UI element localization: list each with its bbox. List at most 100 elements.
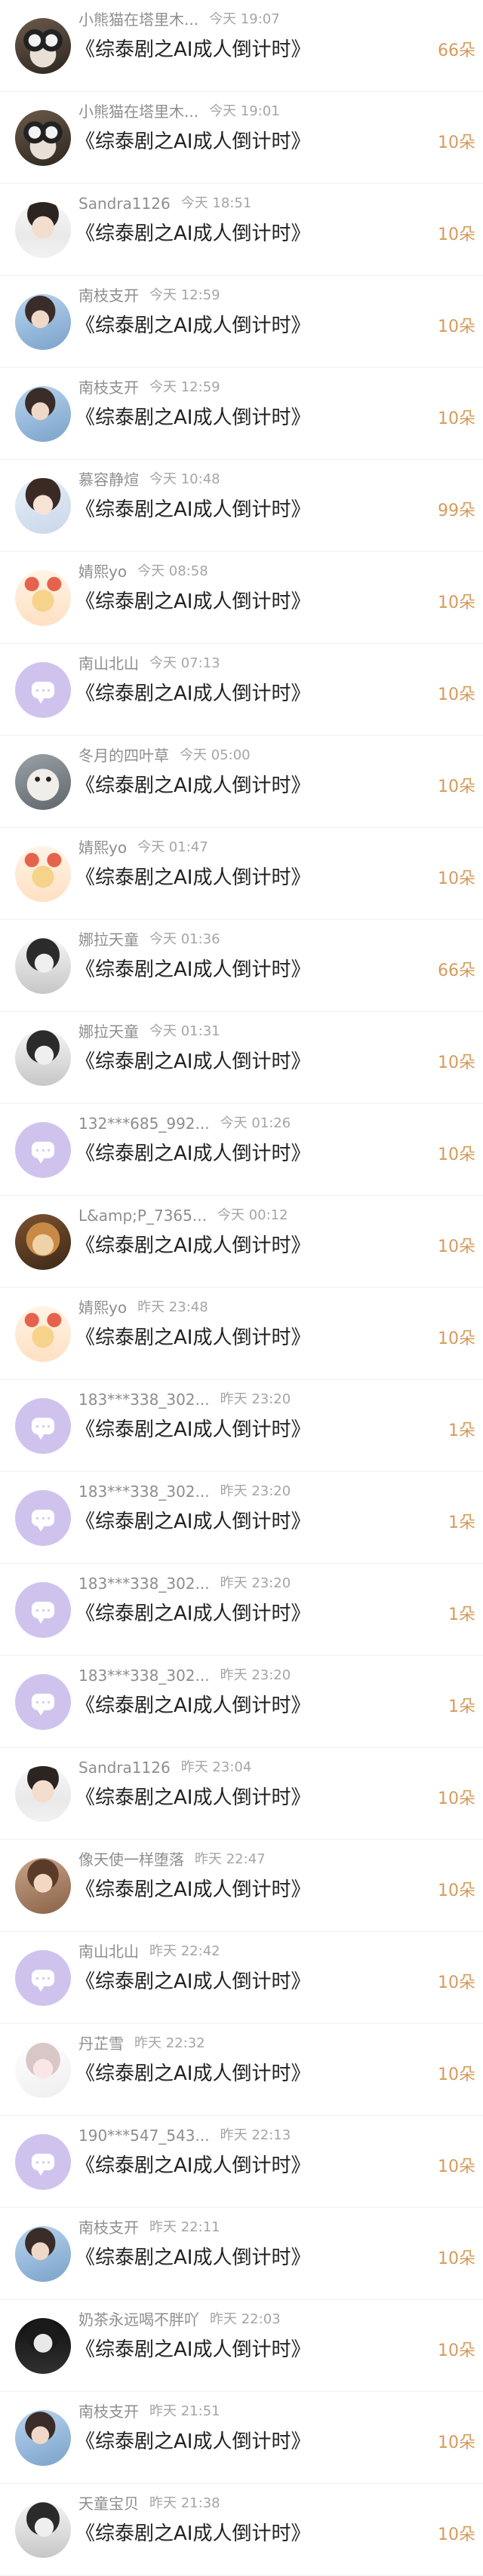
user-name[interactable]: 慕容静煊 [78,466,139,493]
work-title[interactable]: 《综泰剧之AI成人倒计时》 [75,495,310,525]
work-title[interactable]: 《综泰剧之AI成人倒计时》 [75,1507,310,1537]
user-name[interactable]: 小熊猫在塔里木... [78,6,198,33]
list-item[interactable]: 183***338_302... 昨天 23:20 《综泰剧之AI成人倒计时》 1朵 [0,1564,483,1656]
work-title[interactable]: 《综泰剧之AI成人倒计时》 [75,2059,310,2089]
work-title[interactable]: 《综泰剧之AI成人倒计时》 [75,2335,310,2365]
list-item[interactable]: 190***547_543... 昨天 22:13 《综泰剧之AI成人倒计时》 10朵 [0,2116,483,2208]
avatar[interactable] [15,1306,71,1362]
list-item[interactable]: 婧熙yo 今天 01:47 《综泰剧之AI成人倒计时》 10朵 [0,828,483,920]
avatar[interactable] [15,386,71,442]
list-item[interactable]: 天童宝贝 昨天 21:38 《综泰剧之AI成人倒计时》 10朵 [0,2484,483,2576]
work-title[interactable]: 《综泰剧之AI成人倒计时》 [75,2427,310,2457]
work-title[interactable]: 《综泰剧之AI成人倒计时》 [75,863,310,893]
user-name[interactable]: 南山北山 [78,1938,139,1965]
list-item[interactable]: 183***338_302... 昨天 23:20 《综泰剧之AI成人倒计时》 1朵 [0,1472,483,1564]
list-item[interactable]: 南枝支开 今天 12:59 《综泰剧之AI成人倒计时》 10朵 [0,276,483,368]
user-name[interactable]: 娜拉天童 [78,926,139,953]
list-item[interactable]: 183***338_302... 昨天 23:20 《综泰剧之AI成人倒计时》 1朵 [0,1380,483,1472]
work-title[interactable]: 《综泰剧之AI成人倒计时》 [75,1231,310,1261]
avatar[interactable] [15,2410,71,2466]
user-name[interactable]: 南枝支开 [78,2398,139,2425]
user-name[interactable]: L&amp;P_7365... [78,1202,207,1229]
user-name[interactable]: 婧熙yo [78,558,127,585]
work-title[interactable]: 《综泰剧之AI成人倒计时》 [75,1139,310,1169]
work-title[interactable]: 《综泰剧之AI成人倒计时》 [75,1415,310,1445]
work-title[interactable]: 《综泰剧之AI成人倒计时》 [75,219,310,249]
list-item[interactable]: 132***685_992... 今天 01:26 《综泰剧之AI成人倒计时》 10朵 [0,1104,483,1196]
work-title[interactable]: 《综泰剧之AI成人倒计时》 [75,1783,310,1813]
list-item[interactable]: 婧熙yo 今天 08:58 《综泰剧之AI成人倒计时》 10朵 [0,552,483,644]
user-name[interactable]: 婧熙yo [78,1294,127,1321]
user-name[interactable]: 132***685_992... [78,1110,210,1137]
list-item[interactable]: 婧熙yo 昨天 23:48 《综泰剧之AI成人倒计时》 10朵 [0,1288,483,1380]
work-title[interactable]: 《综泰剧之AI成人倒计时》 [75,2243,310,2273]
list-item[interactable]: 183***338_302... 昨天 23:20 《综泰剧之AI成人倒计时》 1朵 [0,1656,483,1748]
list-item[interactable]: L&amp;P_7365... 今天 00:12 《综泰剧之AI成人倒计时》 10朵 [0,1196,483,1288]
user-name[interactable]: 南山北山 [78,650,139,677]
avatar[interactable] [15,1766,71,1822]
avatar[interactable] [15,1214,71,1270]
avatar[interactable] [15,202,71,258]
list-item[interactable]: 慕容静煊 今天 10:48 《综泰剧之AI成人倒计时》 99朵 [0,460,483,552]
avatar[interactable] [15,846,71,902]
work-title[interactable]: 《综泰剧之AI成人倒计时》 [75,1875,310,1905]
user-name[interactable]: 183***338_302... [78,1478,210,1505]
work-title[interactable]: 《综泰剧之AI成人倒计时》 [75,1047,310,1077]
work-title[interactable]: 《综泰剧之AI成人倒计时》 [75,771,310,801]
work-title[interactable]: 《综泰剧之AI成人倒计时》 [75,127,310,157]
avatar[interactable] [15,2226,71,2282]
work-title[interactable]: 《综泰剧之AI成人倒计时》 [75,35,310,65]
avatar[interactable] [15,662,71,718]
avatar[interactable] [15,1490,71,1546]
list-item[interactable]: 小熊猫在塔里木... 今天 19:07 《综泰剧之AI成人倒计时》 66朵 [0,0,483,92]
work-title[interactable]: 《综泰剧之AI成人倒计时》 [75,1323,310,1353]
work-title[interactable]: 《综泰剧之AI成人倒计时》 [75,1599,310,1629]
user-name[interactable]: 冬月的四叶草 [78,742,169,769]
list-item[interactable]: 小熊猫在塔里木... 今天 19:01 《综泰剧之AI成人倒计时》 10朵 [0,92,483,184]
work-title[interactable]: 《综泰剧之AI成人倒计时》 [75,2519,310,2549]
avatar[interactable] [15,2134,71,2190]
avatar[interactable] [15,2042,71,2098]
list-item[interactable]: 丹芷雪 昨天 22:32 《综泰剧之AI成人倒计时》 10朵 [0,2024,483,2116]
avatar[interactable] [15,110,71,166]
avatar[interactable] [15,1674,71,1730]
user-name[interactable]: Sandra1126 [78,190,171,217]
user-name[interactable]: 天童宝贝 [78,2490,139,2517]
list-item[interactable]: 南枝支开 昨天 22:11 《综泰剧之AI成人倒计时》 10朵 [0,2208,483,2300]
user-name[interactable]: 190***547_543... [78,2122,210,2149]
user-name[interactable]: 183***338_302... [78,1386,210,1413]
work-title[interactable]: 《综泰剧之AI成人倒计时》 [75,955,310,985]
work-title[interactable]: 《综泰剧之AI成人倒计时》 [75,2151,310,2181]
avatar[interactable] [15,294,71,350]
work-title[interactable]: 《综泰剧之AI成人倒计时》 [75,587,310,617]
list-item[interactable]: 娜拉天童 今天 01:36 《综泰剧之AI成人倒计时》 66朵 [0,920,483,1012]
list-item[interactable]: Sandra1126 今天 18:51 《综泰剧之AI成人倒计时》 10朵 [0,184,483,276]
avatar[interactable] [15,2502,71,2558]
avatar[interactable] [15,478,71,534]
user-name[interactable]: Sandra1126 [78,1754,171,1781]
avatar[interactable] [15,1582,71,1638]
user-name[interactable]: 像天使一样堕落 [78,1846,184,1873]
work-title[interactable]: 《综泰剧之AI成人倒计时》 [75,403,310,433]
list-item[interactable]: 南山北山 昨天 22:42 《综泰剧之AI成人倒计时》 10朵 [0,1932,483,2024]
avatar[interactable] [15,2318,71,2374]
list-item[interactable]: 奶茶永远喝不胖吖 昨天 22:03 《综泰剧之AI成人倒计时》 10朵 [0,2300,483,2392]
work-title[interactable]: 《综泰剧之AI成人倒计时》 [75,311,310,341]
avatar[interactable] [15,1122,71,1178]
avatar[interactable] [15,1858,71,1914]
avatar[interactable] [15,1398,71,1454]
user-name[interactable]: 小熊猫在塔里木... [78,98,198,125]
user-name[interactable]: 南枝支开 [78,282,139,309]
work-title[interactable]: 《综泰剧之AI成人倒计时》 [75,679,310,709]
list-item[interactable]: 南山北山 今天 07:13 《综泰剧之AI成人倒计时》 10朵 [0,644,483,736]
user-name[interactable]: 婧熙yo [78,834,127,861]
avatar[interactable] [15,570,71,626]
avatar[interactable] [15,1950,71,2006]
list-item[interactable]: Sandra1126 昨天 23:04 《综泰剧之AI成人倒计时》 10朵 [0,1748,483,1840]
avatar[interactable] [15,754,71,810]
avatar[interactable] [15,938,71,994]
user-name[interactable]: 奶茶永远喝不胖吖 [78,2306,199,2333]
user-name[interactable]: 娜拉天童 [78,1018,139,1045]
list-item[interactable]: 冬月的四叶草 今天 05:00 《综泰剧之AI成人倒计时》 10朵 [0,736,483,828]
work-title[interactable]: 《综泰剧之AI成人倒计时》 [75,1967,310,1997]
